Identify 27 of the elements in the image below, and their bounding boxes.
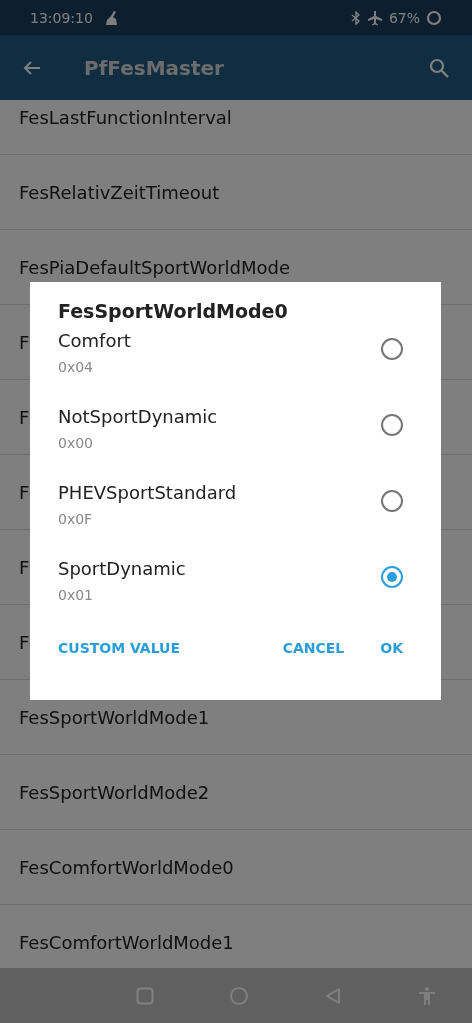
option-value: 0x04 <box>58 359 93 375</box>
option-value: 0x01 <box>58 587 93 603</box>
search-icon[interactable] <box>428 56 450 79</box>
status-time: 13:09:10 <box>30 9 93 26</box>
radio-button[interactable] <box>381 338 403 360</box>
cancel-button[interactable]: CANCEL <box>282 634 345 662</box>
option-label[interactable]: Comfort <box>58 330 131 351</box>
option-label[interactable]: NotSportDynamic <box>58 406 218 427</box>
bluetooth-icon <box>350 10 361 25</box>
broom-icon <box>104 10 119 25</box>
list-item[interactable]: FesSportWorldMode2 <box>0 755 472 830</box>
radio-button[interactable] <box>381 414 403 436</box>
radio-button[interactable] <box>381 490 403 512</box>
option-label[interactable]: PHEVSportStandard <box>58 482 237 503</box>
option-label[interactable]: SportDynamic <box>58 558 186 579</box>
ok-button[interactable]: OK <box>380 634 403 662</box>
airplane-icon <box>366 9 383 26</box>
option-value: 0x0F <box>58 511 93 527</box>
list-item[interactable]: FesRelativZeitTimeout <box>0 155 472 230</box>
radio-button[interactable] <box>381 566 403 588</box>
custom-value-button[interactable]: CUSTOM VALUE <box>58 634 181 662</box>
app-title: PfFesMaster <box>84 55 225 80</box>
option-value: 0x00 <box>58 435 93 451</box>
list-item[interactable]: FesComfortWorldMode0 <box>0 830 472 905</box>
battery-ring-icon <box>426 9 442 26</box>
list-item[interactable]: FesLastFunctionInterval <box>0 100 472 155</box>
battery-percent: 67% <box>388 9 420 26</box>
